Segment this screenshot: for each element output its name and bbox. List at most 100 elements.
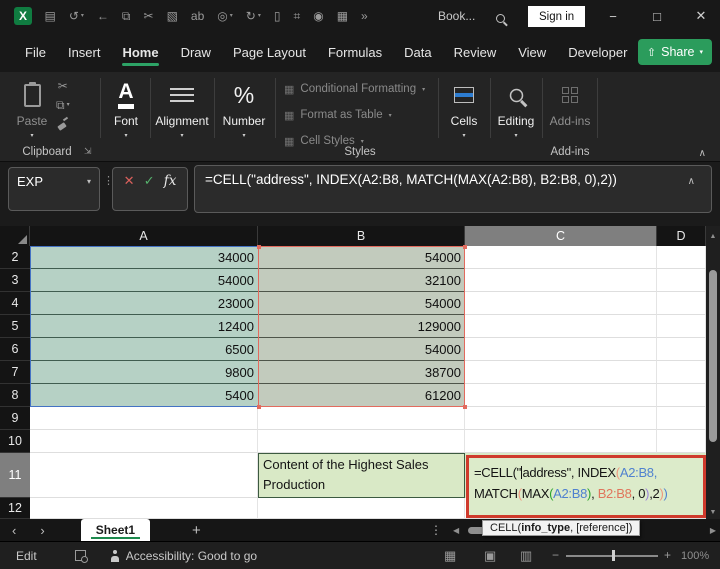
camera-icon[interactable]: ◉ — [307, 10, 330, 22]
cell-D10[interactable] — [657, 430, 706, 453]
cell-D4[interactable] — [657, 292, 706, 315]
cell-B12[interactable] — [258, 498, 465, 519]
minimize-button[interactable]: − — [596, 0, 630, 32]
addins-button[interactable]: Add-ins — [546, 78, 594, 128]
collapse-ribbon-icon[interactable]: ∧ — [699, 148, 706, 159]
cell-B5[interactable]: 129000 — [258, 315, 465, 338]
enter-button[interactable]: ✓ — [144, 173, 155, 189]
zoom-out-icon[interactable]: − — [552, 548, 559, 562]
scroll-right-icon[interactable]: ▶ — [710, 526, 716, 535]
cell-D9[interactable] — [657, 407, 706, 430]
cell-A12[interactable] — [30, 498, 258, 519]
cells-menu-button[interactable]: Cells ▾ — [442, 78, 486, 139]
tab-data[interactable]: Data — [393, 32, 442, 72]
tab-insert[interactable]: Insert — [57, 32, 112, 72]
cell-B8[interactable]: 61200 — [258, 384, 465, 407]
copy-icon[interactable]: ⧉ — [115, 10, 137, 22]
cell-A5[interactable]: 12400 — [30, 315, 258, 338]
tab-home[interactable]: Home — [111, 32, 169, 72]
find-replace-icon[interactable]: ab — [184, 10, 210, 22]
row-header-8[interactable]: 8 — [0, 384, 30, 407]
row-header-2[interactable]: 2 — [0, 246, 30, 269]
cell-C9[interactable] — [465, 407, 657, 430]
prev-sheet-icon[interactable]: ‹ — [0, 523, 28, 538]
zoom-slider-thumb[interactable] — [612, 550, 615, 561]
paste-special-icon[interactable]: ▧ — [160, 10, 184, 22]
cell-A7[interactable]: 9800 — [30, 361, 258, 384]
cell-D8[interactable] — [657, 384, 706, 407]
redo-icon[interactable]: ↻▾ — [239, 10, 267, 22]
cut-button[interactable]: ✂ — [58, 80, 68, 92]
cell-B2[interactable]: 54000 — [258, 246, 465, 269]
cell-D2[interactable] — [657, 246, 706, 269]
add-sheet-icon[interactable]: + — [192, 522, 201, 539]
select-all-corner[interactable] — [0, 226, 30, 246]
next-sheet-icon[interactable]: › — [28, 523, 56, 538]
cell-A11[interactable] — [30, 453, 258, 498]
row-header-4[interactable]: 4 — [0, 292, 30, 315]
tab-file[interactable]: File — [14, 32, 57, 72]
sheet-options-icon[interactable]: ⋮ — [430, 523, 442, 537]
cell-D7[interactable] — [657, 361, 706, 384]
sheet-tab-sheet1[interactable]: Sheet1 — [81, 519, 150, 541]
scroll-left-icon[interactable]: ◀ — [453, 526, 459, 535]
tab-developer[interactable]: Developer — [557, 32, 638, 72]
page-break-view-icon[interactable]: ▥ — [520, 548, 532, 564]
cell-C3[interactable] — [465, 269, 657, 292]
column-header-C[interactable]: C — [465, 226, 657, 246]
tab-view[interactable]: View — [507, 32, 557, 72]
column-header-D[interactable]: D — [657, 226, 706, 246]
format-as-table-button[interactable]: ▦Format as Table▾ — [284, 106, 392, 124]
cell-B7[interactable]: 38700 — [258, 361, 465, 384]
conditional-formatting-button[interactable]: ▦Conditional Formatting▾ — [284, 80, 425, 98]
name-box[interactable]: EXP ▾ — [8, 167, 100, 211]
cell-B3[interactable]: 32100 — [258, 269, 465, 292]
tab-draw[interactable]: Draw — [170, 32, 222, 72]
pin-icon[interactable]: ⌗ — [287, 10, 307, 22]
sign-in-button[interactable]: Sign in — [528, 6, 585, 27]
column-header-A[interactable]: A — [30, 226, 258, 246]
row-header-7[interactable]: 7 — [0, 361, 30, 384]
row-header-10[interactable]: 10 — [0, 430, 30, 453]
tab-formulas[interactable]: Formulas — [317, 32, 393, 72]
scroll-up-icon[interactable]: ▲ — [706, 226, 720, 246]
more-commands-icon[interactable]: » — [355, 10, 375, 22]
formula-bar-input[interactable]: =CELL("address", INDEX(A2:B8, MATCH(MAX(… — [194, 165, 712, 213]
clipboard-dialog-launcher[interactable]: ⇲ — [84, 146, 92, 157]
copy-button[interactable]: ⧉▾ — [56, 99, 70, 111]
cell-D6[interactable] — [657, 338, 706, 361]
cell-B6[interactable]: 54000 — [258, 338, 465, 361]
normal-view-icon[interactable]: ▦ — [444, 548, 456, 564]
cell-C6[interactable] — [465, 338, 657, 361]
cell-B11[interactable]: Content of the Highest Sales Production — [258, 453, 465, 498]
cell-C4[interactable] — [465, 292, 657, 315]
cell-C7[interactable] — [465, 361, 657, 384]
page-layout-view-icon[interactable]: ▣ — [484, 548, 496, 564]
cell-D3[interactable] — [657, 269, 706, 292]
cut-icon[interactable]: ✂ — [137, 10, 160, 22]
cell-B9[interactable] — [258, 407, 465, 430]
insert-function-button[interactable]: fx — [164, 173, 177, 189]
cell-C10[interactable] — [465, 430, 657, 453]
touch-mode-icon[interactable]: ◎▾ — [211, 10, 240, 22]
font-menu-button[interactable]: A Font ▾ — [103, 78, 149, 139]
tab-review[interactable]: Review — [443, 32, 508, 72]
scroll-down-icon[interactable]: ▼ — [706, 509, 720, 516]
maximize-button[interactable]: □ — [640, 0, 674, 32]
back-icon[interactable]: ← — [90, 10, 115, 22]
table-edit-icon[interactable]: ▦ — [330, 10, 354, 22]
row-header-6[interactable]: 6 — [0, 338, 30, 361]
editing-menu-button[interactable]: Editing ▾ — [492, 78, 540, 139]
share-button[interactable]: ⇧ Share ▾ — [638, 39, 712, 65]
cell-B10[interactable] — [258, 430, 465, 453]
cell-B4[interactable]: 54000 — [258, 292, 465, 315]
new-document-icon[interactable]: ▯ — [267, 10, 287, 22]
cell-A9[interactable] — [30, 407, 258, 430]
cell-C5[interactable] — [465, 315, 657, 338]
active-cell-editor[interactable]: =CELL("address", INDEX(A2:B8,MATCH(MAX(A… — [466, 455, 706, 518]
number-menu-button[interactable]: % Number ▾ — [216, 78, 272, 139]
alignment-menu-button[interactable]: Alignment ▾ — [152, 78, 212, 139]
cell-A4[interactable]: 23000 — [30, 292, 258, 315]
close-button[interactable]: ✕ — [684, 0, 718, 32]
row-header-5[interactable]: 5 — [0, 315, 30, 338]
